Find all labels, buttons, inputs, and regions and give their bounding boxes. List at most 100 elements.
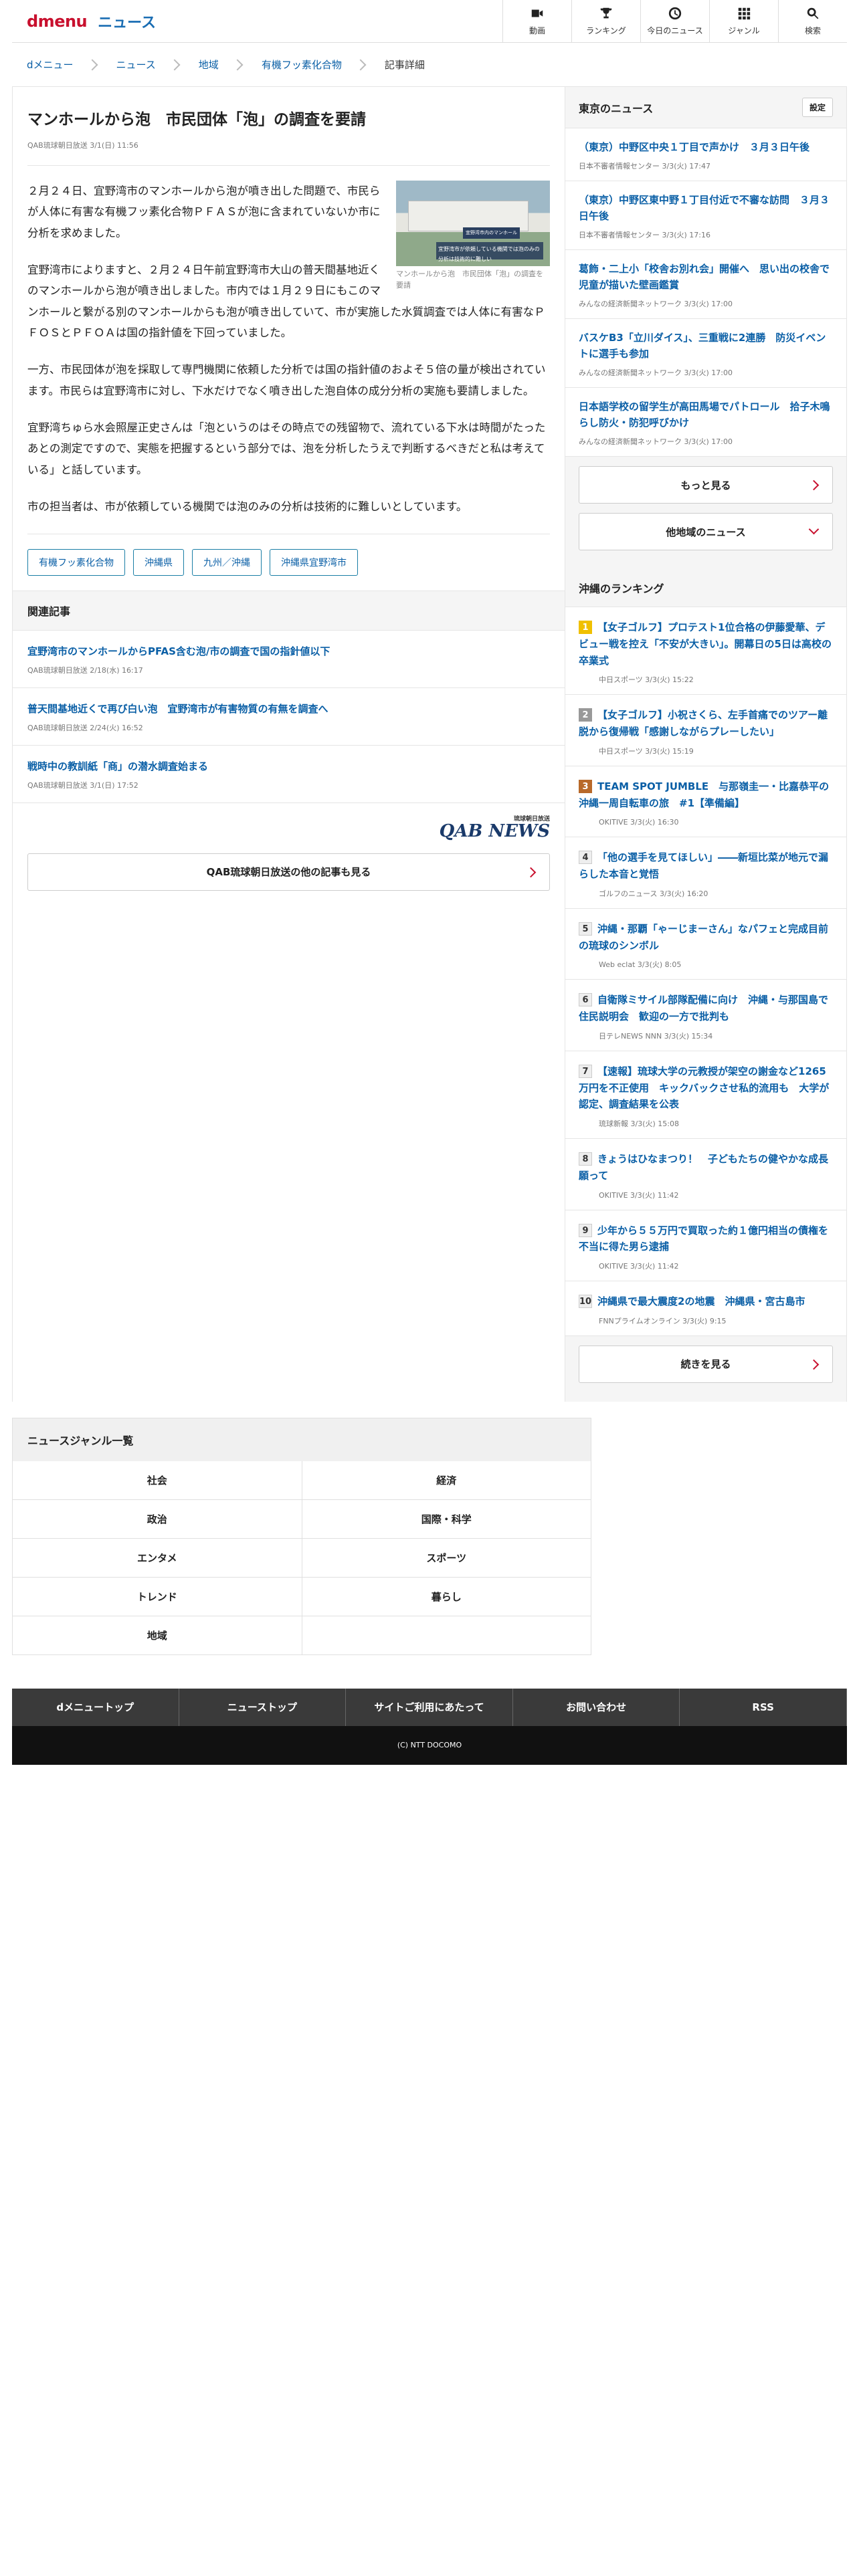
chevron-right-icon <box>231 59 244 70</box>
site-header: dmenu ニュース 動画 ランキング 今日のニュース ジャンル 検索 <box>12 0 847 43</box>
nav-search[interactable]: 検索 <box>778 0 847 42</box>
genre-link[interactable]: 社会 <box>13 1461 302 1500</box>
button-label: 他地域のニュース <box>666 526 746 538</box>
footer-link[interactable]: サイトご利用にあたって <box>346 1688 513 1726</box>
rank-number: 10 <box>579 1295 592 1308</box>
nav-label: ランキング <box>586 26 626 35</box>
article-image[interactable]: 宜野湾市内のマンホール 宜野湾市が依頼している機関では泡のみの分析は技術的に難し… <box>396 181 550 267</box>
article: マンホールから泡 市民団体「泡」の調査を要請 QAB琉球朝日放送 3/1(日) … <box>13 87 565 591</box>
breadcrumb-region[interactable]: 地域 <box>199 58 219 72</box>
ranking-item: 3 TEAM SPOT JUMBLE 与那嶺圭一・比嘉恭平の 沖縄一周自転車の旅 … <box>565 766 846 838</box>
nav-video[interactable]: 動画 <box>502 0 571 42</box>
related-item: 宜野湾市のマンホールからPFAS含む泡/市の調査で国の指針値以下 QAB琉球朝日放… <box>13 631 565 688</box>
ranking-link[interactable]: 「他の選手を見てほしい」――新垣比菜が地元で漏らした本音と覚悟 <box>579 851 828 880</box>
genre-link[interactable]: エンタメ <box>13 1538 302 1578</box>
side-news-link[interactable]: バスケB3「立川ダイス」、三重戦に2連勝 防災イベントに選手も参加 <box>579 332 826 360</box>
ranking-link[interactable]: きょうはひなまつり！ 子どもたちの健やかな成長願って <box>579 1153 828 1182</box>
footer-link[interactable]: ニューストップ <box>179 1688 347 1726</box>
more-news-button[interactable]: もっと見る <box>579 466 833 504</box>
tag-link[interactable]: 有機フッ素化合物 <box>27 548 125 576</box>
settings-button[interactable]: 設定 <box>801 98 833 117</box>
ranking-link[interactable]: 少年から５５万円で買取った約１億円相当の債権を不当に得た男ら逮捕 <box>579 1224 828 1253</box>
ranking-item: 10 沖縄県で最大震度2の地震 沖縄県・宮古島市 FNNプライムオンライン 3/3(… <box>565 1281 846 1336</box>
side-news-link[interactable]: （東京）中野区東中野１丁目付近で不審な訪問 ３月３日午後 <box>579 194 830 222</box>
qab-logo[interactable]: 琉球朝日放送 QAB NEWS <box>440 816 550 840</box>
genre-link[interactable]: 政治 <box>13 1499 302 1539</box>
ranking-item: 9 少年から５５万円で買取った約１億円相当の債権を不当に得た男ら逮捕 OKITIVE… <box>565 1210 846 1281</box>
button-label: 続きを見る <box>680 1358 731 1371</box>
chevron-right-icon <box>169 59 181 70</box>
ranking-list: 1 【女子ゴルフ】プロテスト1位合格の伊藤愛華、デビュー戦を控え「不安が大きい」。… <box>565 607 846 1336</box>
breadcrumb-topic[interactable]: 有機フッ素化合物 <box>262 58 342 72</box>
breadcrumb-news[interactable]: ニュース <box>116 58 156 72</box>
chevron-right-icon <box>86 59 98 70</box>
ranking-link[interactable]: 自衛隊ミサイル部隊配備に向け 沖縄・与那国島で住民説明会 歓迎の一方で批判も <box>579 994 828 1023</box>
side-news-link[interactable]: 日本語学校の留学生が高田馬場でパトロール 拾子木鳴らし防火・防犯呼びかけ <box>579 401 830 429</box>
article-title: マンホールから泡 市民団体「泡」の調査を要請 <box>27 111 366 128</box>
breadcrumb-dmenu[interactable]: dメニュー <box>27 58 74 72</box>
button-label: もっと見る <box>680 479 731 492</box>
image-overlay: 宜野湾市が依頼している機関では泡のみの分析は技術的に難しい <box>436 242 543 262</box>
footer-link[interactable]: RSS <box>680 1688 847 1726</box>
article-figure[interactable]: 宜野湾市内のマンホール 宜野湾市が依頼している機関では泡のみの分析は技術的に難し… <box>396 181 550 291</box>
image-caption: マンホールから泡 市民団体「泡」の調査を要請 <box>396 270 543 290</box>
section-title[interactable]: ニュース <box>98 11 156 32</box>
side-news-link[interactable]: （東京）中野区中央１丁目で声かけ ３月３日午後 <box>579 141 809 153</box>
related-link[interactable]: 宜野湾市のマンホールからPFAS含む泡/市の調査で国の指針値以下 <box>27 645 330 657</box>
tag-link[interactable]: 九州／沖縄 <box>192 548 262 576</box>
nav-today[interactable]: 今日のニュース <box>640 0 709 42</box>
rank-number: 1 <box>579 621 592 634</box>
ranking-link[interactable]: 【女子ゴルフ】プロテスト1位合格の伊藤愛華、デビュー戦を控え「不安が大きい」。開… <box>579 621 832 667</box>
side-news-heading: 東京のニュース <box>579 102 654 115</box>
ranking-meta: OKITIVE 3/3(火) 11:42 <box>599 1262 679 1271</box>
genre-link[interactable]: 暮らし <box>302 1577 591 1616</box>
ranking-link[interactable]: 沖縄・那覇「ゃーじまーさん」なパフェと完成目前の琉球のシンボル <box>579 923 828 952</box>
dmenu-logo[interactable]: dmenu <box>27 12 88 31</box>
side-news-meta: 日本不審者情報センター 3/3(火) 17:16 <box>579 231 710 239</box>
nav-label: 動画 <box>529 26 545 35</box>
main-column: マンホールから泡 市民団体「泡」の調査を要請 QAB琉球朝日放送 3/1(日) … <box>13 87 565 1402</box>
logo-area: dmenu ニュース <box>12 0 502 42</box>
side-news-item: （東京）中野区東中野１丁目付近で不審な訪問 ３月３日午後日本不審者情報センター … <box>565 181 846 250</box>
nav-label: 検索 <box>804 26 821 35</box>
rank-number: 2 <box>579 708 592 722</box>
nav-ranking[interactable]: ランキング <box>571 0 640 42</box>
chevron-right-icon <box>355 59 367 70</box>
ranking-meta: 日テレNEWS NNN 3/3(火) 15:34 <box>599 1031 713 1041</box>
ranking-link[interactable]: 沖縄県で最大震度2の地震 沖縄県・宮古島市 <box>597 1295 805 1307</box>
genre-link[interactable]: 国際・科学 <box>302 1499 591 1539</box>
nav-genre[interactable]: ジャンル <box>709 0 778 42</box>
more-from-source-button[interactable]: QAB琉球朝日放送の他の記事も見る <box>27 853 550 891</box>
rank-number: 9 <box>579 1223 592 1237</box>
rank-number: 8 <box>579 1152 592 1166</box>
genre-link[interactable]: トレンド <box>13 1577 302 1616</box>
footer-link[interactable]: お問い合わせ <box>513 1688 680 1726</box>
button-label: QAB琉球朝日放送の他の記事も見る <box>206 866 371 879</box>
genre-link[interactable]: 地域 <box>13 1616 302 1655</box>
article-paragraph: 一方、市民団体が泡を採取して専門機関に依頼した分析では国の指針値のおよそ５倍の量… <box>27 363 546 397</box>
side-news-item: 日本語学校の留学生が高田馬場でパトロール 拾子木鳴らし防火・防犯呼びかけ みんなの… <box>565 388 846 457</box>
side-news-meta: みんなの経済新聞ネットワーク 3/3(火) 17:00 <box>579 300 733 308</box>
chevron-right-icon <box>525 867 537 877</box>
other-region-button[interactable]: 他地域のニュース <box>579 513 833 550</box>
ranking-more-button[interactable]: 続きを見る <box>579 1345 833 1383</box>
chevron-right-icon <box>808 1359 820 1370</box>
breadcrumb: dメニュー ニュース 地域 有機フッ素化合物 記事詳細 <box>12 43 847 87</box>
related-link[interactable]: 戦時中の教訓紙「商」の潜水調査始まる <box>27 760 208 772</box>
ranking-link[interactable]: 【女子ゴルフ】小祝さくら、左手首痛でのツアー離脱から復帰戦「感謝しながらプレーし… <box>579 709 828 738</box>
footer-link[interactable]: dメニュートップ <box>12 1688 179 1726</box>
article-meta: QAB琉球朝日放送 3/1(日) 11:56 <box>27 140 550 167</box>
genre-link[interactable]: スポーツ <box>302 1538 591 1578</box>
genre-link[interactable]: 経済 <box>302 1461 591 1500</box>
ranking-item: 7 【速報】琉球大学の元教授が架空の謝金など1265万円を不正使用 キックバックさ… <box>565 1051 846 1139</box>
related-heading: 関連記事 <box>13 590 565 631</box>
article-paragraph: 市の担当者は、市が依頼している機関では泡のみの分析は技術的に難しいとしています。 <box>27 500 468 514</box>
side-news-link[interactable]: 葛飾・二上小「校舎お別れ会」開催へ 思い出の校舎で児童が描いた壁画鑑賞 <box>579 263 830 291</box>
rank-number: 5 <box>579 922 592 936</box>
tag-link[interactable]: 沖縄県 <box>133 548 184 576</box>
ranking-link[interactable]: 【速報】琉球大学の元教授が架空の謝金など1265万円を不正使用 キックバックさせ… <box>579 1065 829 1111</box>
related-link[interactable]: 普天間基地近くで再び白い泡 宜野湾市が有害物質の有無を調査へ <box>27 703 328 715</box>
ranking-link[interactable]: TEAM SPOT JUMBLE 与那嶺圭一・比嘉恭平の 沖縄一周自転車の旅 #… <box>579 780 829 809</box>
related-item: 戦時中の教訓紙「商」の潜水調査始まる QAB琉球朝日放送 3/1(日) 17:52 <box>13 746 565 803</box>
tag-link[interactable]: 沖縄県宜野湾市 <box>270 548 358 576</box>
